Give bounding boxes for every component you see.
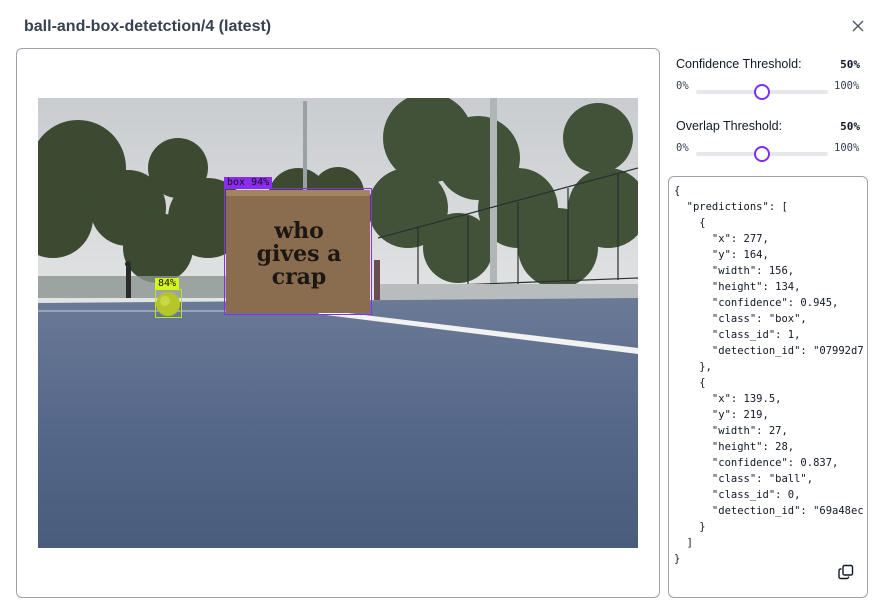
confidence-threshold-label: Confidence Threshold:	[676, 57, 802, 71]
box-detection-label: box 94%	[224, 177, 273, 189]
json-output-panel[interactable]: { "predictions": [ { "x": 277, "y": 164,…	[668, 176, 868, 598]
predictions-json[interactable]: { "predictions": [ { "x": 277, "y": 164,…	[674, 183, 864, 567]
confidence-threshold-value: 50%	[840, 58, 860, 71]
ball-detection-label: 84%	[155, 278, 180, 290]
close-icon[interactable]	[849, 17, 867, 35]
overlap-slider-thumb[interactable]	[754, 146, 770, 162]
copy-icon[interactable]	[837, 563, 855, 581]
overlap-min-label: 0%	[676, 142, 689, 154]
overlap-max-label: 100%	[834, 142, 860, 154]
overlap-threshold-label: Overlap Threshold:	[676, 119, 783, 133]
overlap-slider[interactable]	[696, 146, 828, 162]
dialog-title: ball-and-box-detetction/4 (latest)	[24, 18, 272, 35]
confidence-min-label: 0%	[676, 80, 689, 92]
confidence-max-label: 100%	[834, 80, 860, 92]
tennis-court-photo: who gives a crap	[38, 98, 638, 548]
confidence-slider-thumb[interactable]	[754, 84, 770, 100]
overlap-threshold-value: 50%	[840, 120, 860, 133]
image-preview-panel: who gives a crap box 94% 84%	[16, 48, 660, 598]
threshold-settings: Confidence Threshold: 50% 0% 100% Overla…	[668, 48, 868, 172]
box-detection-bbox[interactable]: box 94%	[224, 177, 372, 315]
ball-detection-bbox[interactable]: 84%	[155, 278, 182, 318]
confidence-slider[interactable]	[696, 84, 828, 100]
inference-image: who gives a crap box 94% 84%	[38, 98, 638, 548]
